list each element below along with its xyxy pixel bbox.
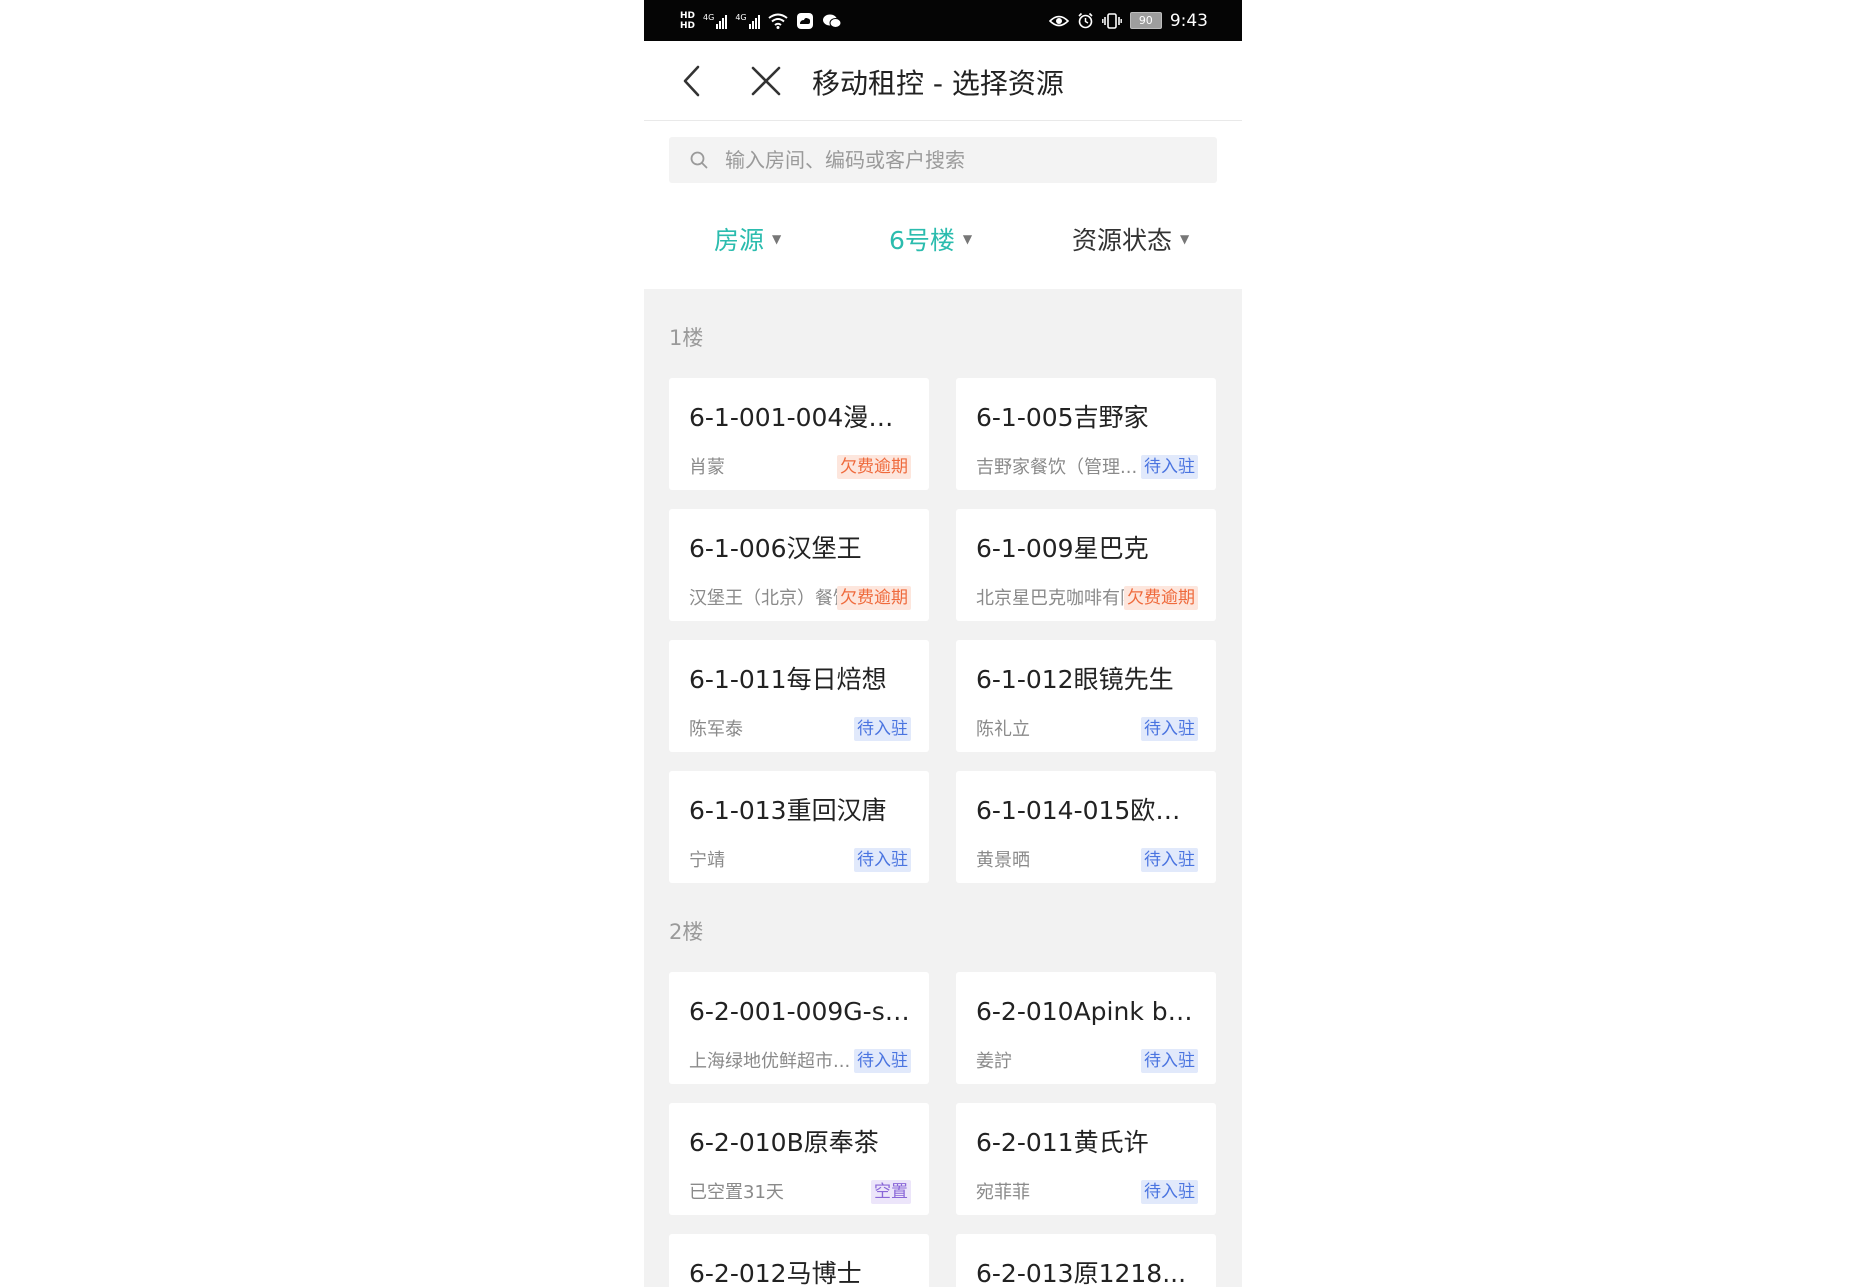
status-badge: 欠费逾期 bbox=[837, 455, 911, 479]
status-badge: 待入驻 bbox=[1141, 1180, 1198, 1204]
eye-icon bbox=[1048, 15, 1069, 26]
search-input[interactable] bbox=[723, 147, 1147, 173]
unit-card[interactable]: 6-1-005吉野家 吉野家餐饮（管理... 待入驻 bbox=[956, 378, 1216, 490]
vibrate-icon bbox=[1101, 12, 1122, 29]
unit-card[interactable]: 6-1-006汉堡王 汉堡王（北京）餐饮 欠费逾期 bbox=[669, 509, 929, 621]
unit-grid: 6-1-001-004漫桃... 肖蒙 欠费逾期 6-1-005吉野家 吉野家餐饮（管理… bbox=[669, 378, 1217, 883]
unit-card[interactable]: 6-1-013重回汉唐 宁靖 待入驻 bbox=[669, 771, 929, 883]
caret-down-icon: ▼ bbox=[1180, 232, 1190, 246]
unit-title: 6-1-001-004漫桃... bbox=[689, 403, 911, 432]
status-badge: 待入驻 bbox=[1141, 455, 1198, 479]
status-badge: 欠费逾期 bbox=[1124, 586, 1198, 610]
signal-type-label: 4G bbox=[735, 12, 747, 22]
unit-card[interactable]: 6-2-010Apink ba... 姜詝 待入驻 bbox=[956, 972, 1216, 1084]
hd-indicator: HD HD bbox=[680, 11, 695, 31]
status-bar-left: HD HD 4G 4G bbox=[680, 11, 842, 31]
phone-screen: HD HD 4G 4G 90 9:43 移动租控 - 选择资源 输入房间、编码或… bbox=[644, 0, 1242, 1287]
unit-title: 6-1-006汉堡王 bbox=[689, 534, 862, 563]
hd-top-label: HD bbox=[680, 10, 696, 21]
signal-type-label: 4G bbox=[703, 12, 715, 22]
status-badge: 待入驻 bbox=[854, 717, 911, 741]
filter-label: 6号楼 bbox=[889, 226, 955, 255]
status-bar: HD HD 4G 4G 90 9:43 bbox=[644, 0, 1242, 41]
filter-label: 房源 bbox=[714, 226, 765, 255]
status-badge: 待入驻 bbox=[1141, 848, 1198, 872]
battery-icon: 90 bbox=[1129, 12, 1162, 29]
unit-card[interactable]: 6-2-012马博士许凌待入驻 bbox=[669, 1234, 929, 1287]
unit-title: 6-1-013重回汉唐 bbox=[689, 796, 887, 825]
unit-card[interactable]: 6-1-012眼镜先生 陈礼立 待入驻 bbox=[956, 640, 1216, 752]
filter-label: 资源状态 bbox=[1072, 226, 1173, 255]
filter-resource-type[interactable]: 房源 ▼ bbox=[714, 221, 781, 257]
unit-title: 6-2-013原1218... bbox=[976, 1259, 1187, 1287]
status-badge: 待入驻 bbox=[1141, 717, 1198, 741]
status-time: 9:43 bbox=[1169, 10, 1208, 31]
unit-title: 6-2-010Apink ba... bbox=[976, 997, 1198, 1026]
filter-building[interactable]: 6号楼 ▼ bbox=[889, 221, 972, 257]
unit-card[interactable]: 6-1-014-015欧歌... 黄景晒 待入驻 bbox=[956, 771, 1216, 883]
status-badge: 欠费逾期 bbox=[837, 586, 911, 610]
unit-grid: 6-2-001-009G-su... 上海绿地优鲜超市... 待入驻 6-2-010A… bbox=[669, 972, 1217, 1287]
wifi-icon bbox=[767, 13, 788, 29]
unit-card[interactable]: 6-1-011每日焙想 陈军泰 待入驻 bbox=[669, 640, 929, 752]
signal-icon: 4G bbox=[735, 12, 760, 29]
status-badge: 待入驻 bbox=[854, 1049, 911, 1073]
back-button[interactable] bbox=[674, 63, 710, 99]
chevron-left-icon bbox=[683, 65, 700, 97]
status-badge: 空置 bbox=[871, 1180, 911, 1204]
status-badge: 待入驻 bbox=[854, 848, 911, 872]
filter-bar: 房源 ▼ 6号楼 ▼ 资源状态 ▼ bbox=[644, 199, 1242, 289]
status-bar-right: 90 9:43 bbox=[1048, 10, 1208, 31]
unit-title: 6-1-009星巴克 bbox=[976, 534, 1149, 563]
unit-card[interactable]: 6-2-013原1218...已空置31天空置 bbox=[956, 1234, 1216, 1287]
unit-card[interactable]: 6-2-011黄氏许 宛菲菲 待入驻 bbox=[956, 1103, 1216, 1215]
hd-bottom-label: HD bbox=[680, 20, 696, 31]
unit-title: 6-2-010B原奉茶 bbox=[689, 1128, 879, 1157]
resource-list: 1楼 6-1-001-004漫桃... 肖蒙 欠费逾期 6-1-005吉野家 吉野家餐饮… bbox=[644, 289, 1242, 1287]
unit-card[interactable]: 6-1-009星巴克 北京星巴克咖啡有限 欠费逾期 bbox=[956, 509, 1216, 621]
cloud-app-icon bbox=[796, 12, 813, 29]
unit-title: 6-2-011黄氏许 bbox=[976, 1128, 1149, 1157]
unit-title: 6-1-014-015欧歌... bbox=[976, 796, 1198, 825]
unit-title: 6-2-012马博士 bbox=[689, 1259, 862, 1287]
caret-down-icon: ▼ bbox=[772, 232, 782, 246]
caret-down-icon: ▼ bbox=[962, 232, 973, 246]
page-title: 移动租控 - 选择资源 bbox=[812, 67, 1064, 100]
close-button[interactable] bbox=[748, 63, 784, 99]
search-icon bbox=[690, 151, 708, 169]
close-icon bbox=[751, 66, 781, 96]
unit-title: 6-1-005吉野家 bbox=[976, 403, 1149, 432]
signal-icon: 4G bbox=[703, 12, 728, 29]
alarm-icon bbox=[1078, 12, 1093, 29]
filter-resource-status[interactable]: 资源状态 ▼ bbox=[1072, 221, 1189, 257]
unit-tenant: 已空置31天 bbox=[689, 1182, 784, 1203]
unit-card[interactable]: 6-2-001-009G-su... 上海绿地优鲜超市... 待入驻 bbox=[669, 972, 929, 1084]
status-badge: 待入驻 bbox=[1141, 1049, 1198, 1073]
unit-title: 6-1-011每日焙想 bbox=[689, 665, 887, 694]
floor-header: 1楼 bbox=[669, 326, 704, 350]
search-box[interactable] bbox=[669, 137, 1217, 183]
unit-card[interactable]: 6-2-010B原奉茶已空置31天 空置 bbox=[669, 1103, 929, 1215]
app-header: 移动租控 - 选择资源 bbox=[644, 41, 1242, 121]
search-bar bbox=[644, 121, 1242, 199]
wechat-icon bbox=[822, 14, 842, 28]
unit-title: 6-1-012眼镜先生 bbox=[976, 665, 1174, 694]
floor-header: 2楼 bbox=[669, 920, 704, 944]
unit-title: 6-2-001-009G-su... bbox=[689, 997, 911, 1026]
unit-card[interactable]: 6-1-001-004漫桃... 肖蒙 欠费逾期 bbox=[669, 378, 929, 490]
